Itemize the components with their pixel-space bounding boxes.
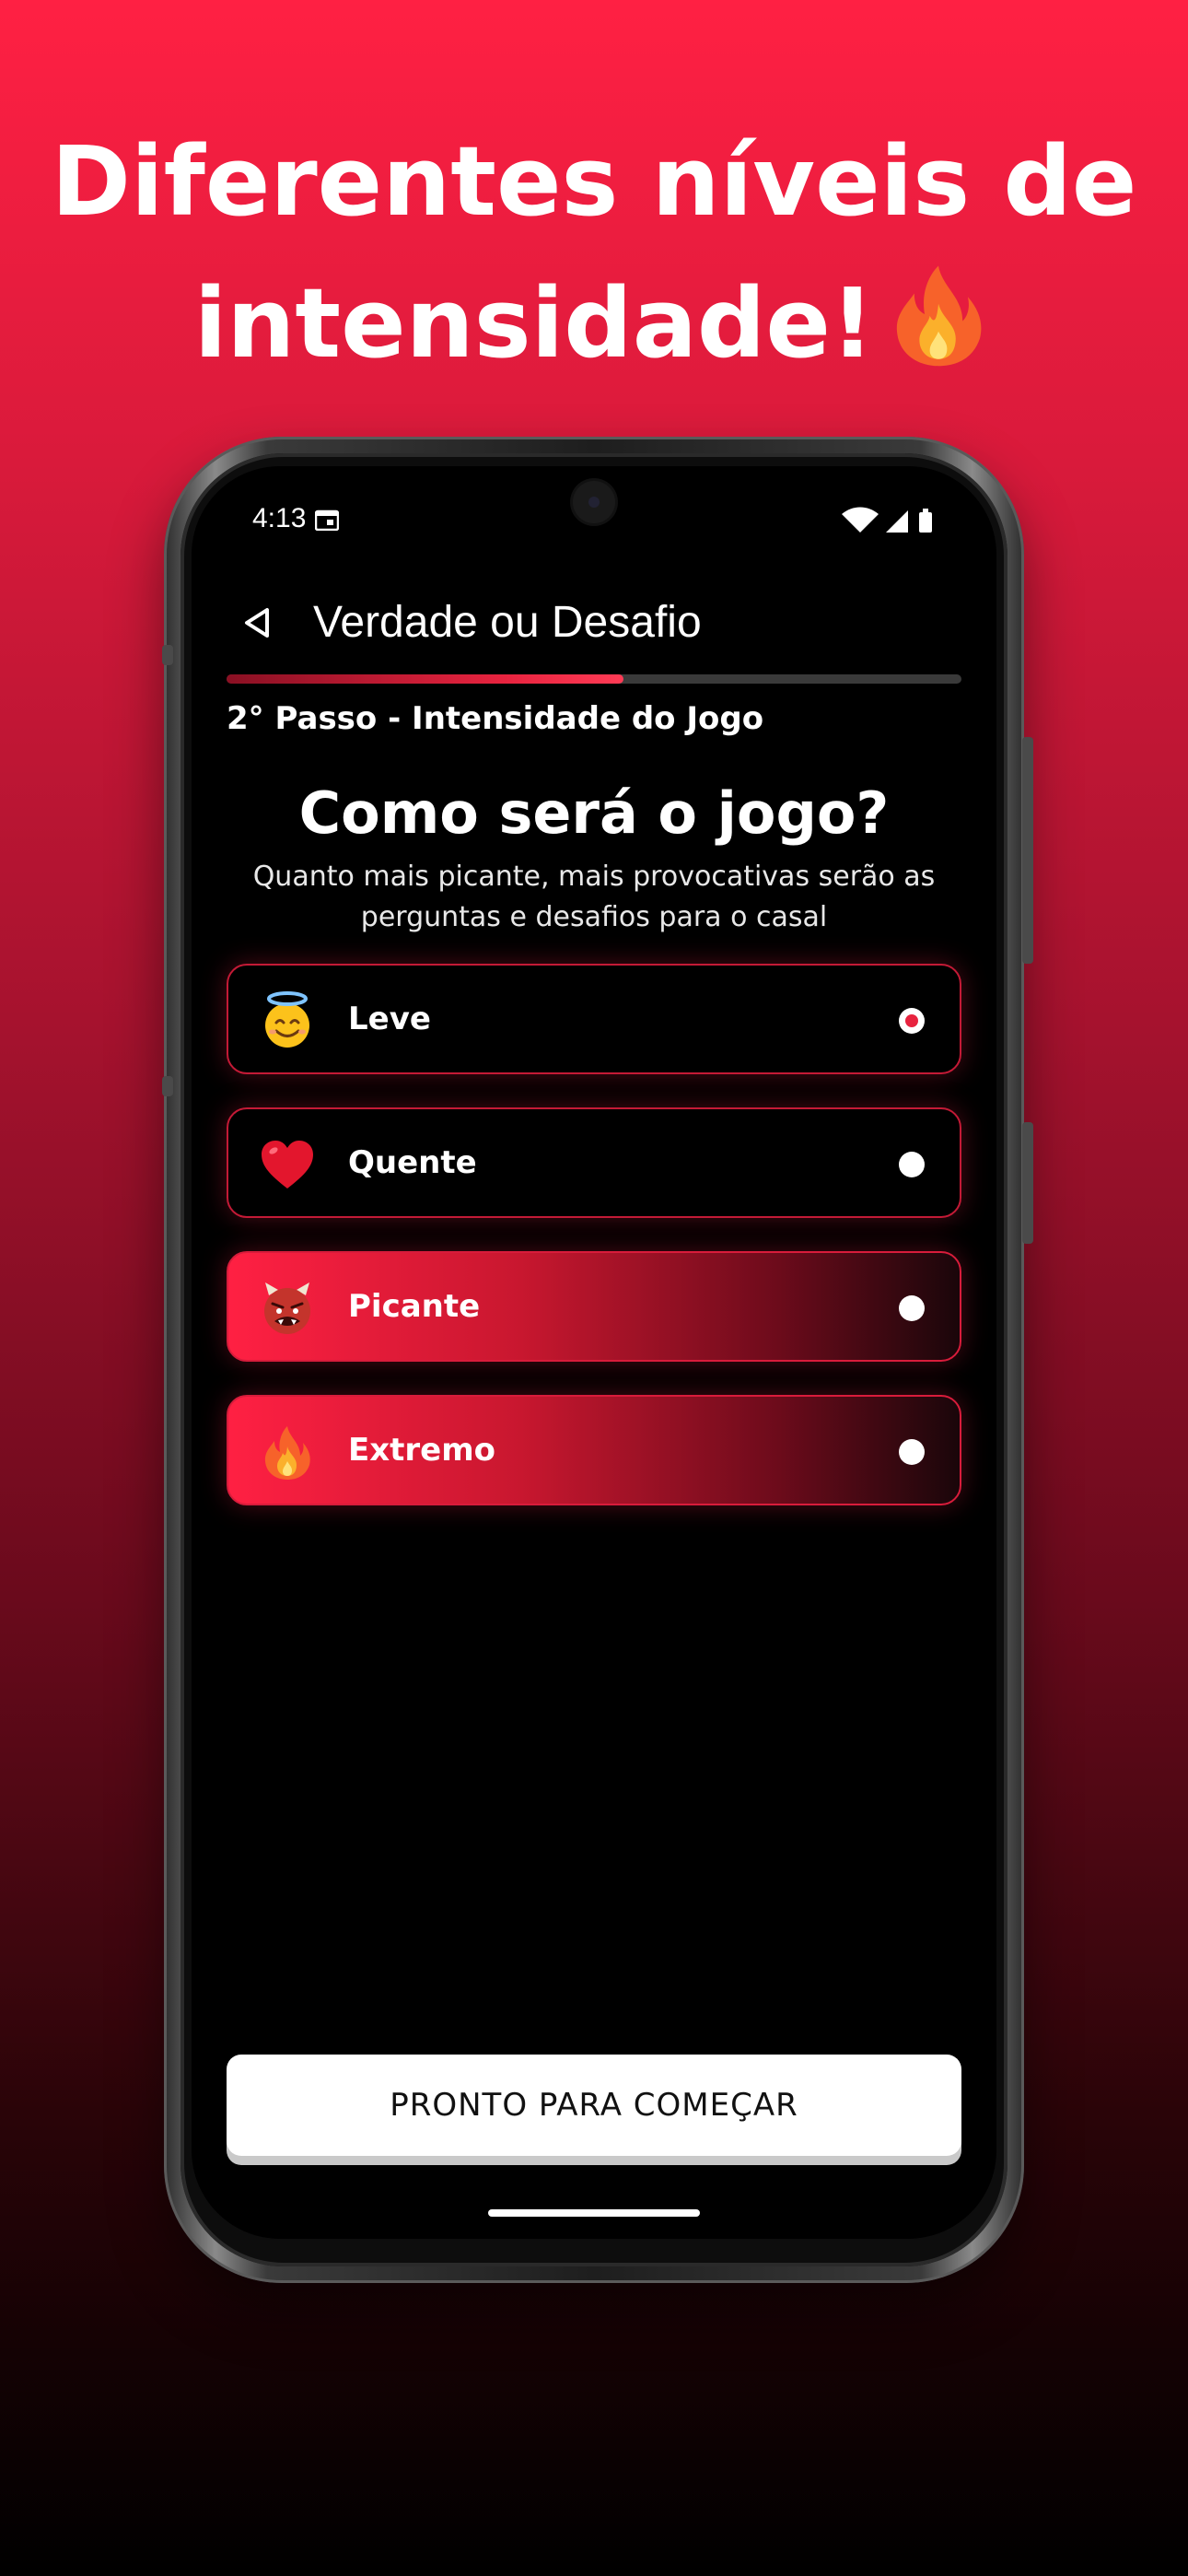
phone-side-button-left-2 [162, 1076, 173, 1096]
phone-side-button-left-1 [162, 645, 173, 665]
option-label: Picante [348, 1288, 481, 1325]
option-extremo[interactable]: Extremo [227, 1395, 961, 1505]
app-bar: Verdade ou Desafio [192, 586, 996, 660]
status-time: 4:13 [252, 503, 307, 533]
radio-unselected[interactable] [899, 1152, 925, 1177]
fire-icon [897, 265, 982, 367]
system-status-icons [842, 507, 932, 533]
smiling-face-with-halo-icon [265, 991, 309, 1048]
calendar-icon [315, 509, 339, 531]
question-heading: Como será o jogo? [298, 779, 890, 847]
phone-power-button [1022, 737, 1033, 964]
back-button[interactable] [228, 593, 287, 652]
option-quente[interactable]: Quente [227, 1107, 961, 1218]
headline-line-2: intensidade! [0, 252, 1188, 394]
radio-unselected[interactable] [899, 1295, 925, 1321]
radio-selected[interactable] [899, 1008, 925, 1034]
phone-volume-button [1022, 1122, 1033, 1244]
step-label: 2° Passo - Intensidade do Jogo [227, 700, 764, 737]
front-camera [573, 481, 615, 523]
battery-icon [919, 509, 932, 533]
option-label: Leve [348, 1001, 431, 1037]
headline-line-1: Diferentes níveis de [51, 125, 1137, 238]
cellular-signal-icon [886, 510, 908, 533]
option-label: Extremo [348, 1432, 496, 1469]
option-leve[interactable]: Leve [227, 964, 961, 1074]
wifi-icon [842, 507, 879, 533]
option-label: Quente [348, 1144, 477, 1181]
app-title: Verdade ou Desafio [313, 598, 702, 647]
progress-bar [227, 674, 961, 684]
question-subtitle: Quanto mais picante, mais provocativas s… [252, 861, 936, 933]
radio-unselected[interactable] [899, 1439, 925, 1465]
ogre-icon [264, 1282, 310, 1334]
start-button[interactable]: PRONTO PARA COMEÇAR [227, 2055, 961, 2156]
progress-fill [227, 674, 623, 684]
option-picante[interactable]: Picante [227, 1251, 961, 1362]
headline: Diferentes níveis de intensidade! [0, 111, 1188, 394]
phone-screen: 4:13 Verdade ou Desafio 2° Passo - Inten… [192, 466, 996, 2239]
fire-icon [264, 1426, 310, 1480]
back-triangle-icon [245, 608, 269, 638]
red-heart-icon [262, 1141, 313, 1188]
headline-line-2-text: intensidade! [193, 267, 875, 380]
home-indicator[interactable] [488, 2209, 700, 2217]
